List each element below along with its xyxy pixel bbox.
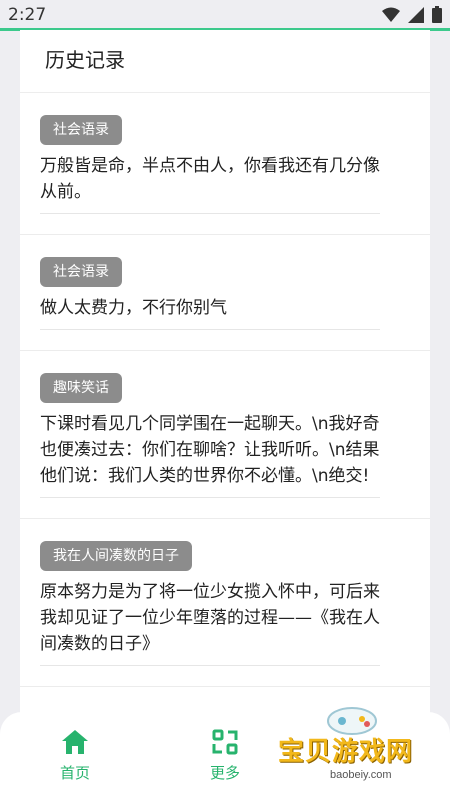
nav-home-label: 首页 (59, 764, 90, 782)
watermark-url: baobeiy.com (330, 769, 392, 781)
history-text: 原本努力是为了将一位少女揽入怀中，可后来我却见证了一位少年堕落的过程——《我在人… (40, 579, 380, 666)
category-tag: 社会语录 (40, 257, 122, 287)
status-icons (382, 6, 442, 23)
nav-home[interactable]: 首页 (35, 728, 115, 783)
wifi-icon (382, 7, 400, 22)
category-tag: 社会语录 (40, 115, 122, 145)
nav-more[interactable]: 更多 (185, 728, 265, 783)
category-tag: 我在人间凑数的日子 (40, 541, 192, 571)
history-list: 社会语录 万般皆是命，半点不由人，你看我还有几分像从前。 社会语录 做人太费力，… (20, 93, 430, 687)
status-bar: 2:27 (0, 0, 450, 31)
battery-icon (432, 6, 442, 23)
history-text: 万般皆是命，半点不由人，你看我还有几分像从前。 (40, 153, 380, 214)
nav-more-label: 更多 (209, 764, 240, 782)
history-item[interactable]: 社会语录 做人太费力，不行你别气 (20, 235, 430, 351)
history-card: 历史记录 社会语录 万般皆是命，半点不由人，你看我还有几分像从前。 社会语录 做… (20, 30, 430, 735)
history-text: 下课时看见几个同学围在一起聊天。\n我好奇也便凑过去：你们在聊啥？让我听听。\n… (40, 411, 380, 498)
signal-icon (408, 6, 424, 23)
home-icon (62, 730, 88, 754)
category-tag: 趣味笑话 (40, 373, 122, 403)
status-time: 2:27 (8, 5, 47, 25)
history-item[interactable]: 社会语录 万般皆是命，半点不由人，你看我还有几分像从前。 (20, 93, 430, 235)
watermark-text: 宝贝游戏网 (278, 736, 414, 766)
refresh-icon (212, 729, 238, 755)
history-text: 做人太费力，不行你别气 (40, 295, 380, 330)
history-item[interactable]: 我在人间凑数的日子 原本努力是为了将一位少女揽入怀中，可后来我却见证了一位少年堕… (20, 519, 430, 687)
page-title: 历史记录 (45, 48, 125, 72)
watermark: 宝贝游戏网 baobeiy.com (270, 703, 445, 798)
history-item[interactable]: 趣味笑话 下课时看见几个同学围在一起聊天。\n我好奇也便凑过去：你们在聊啥？让我… (20, 351, 430, 519)
